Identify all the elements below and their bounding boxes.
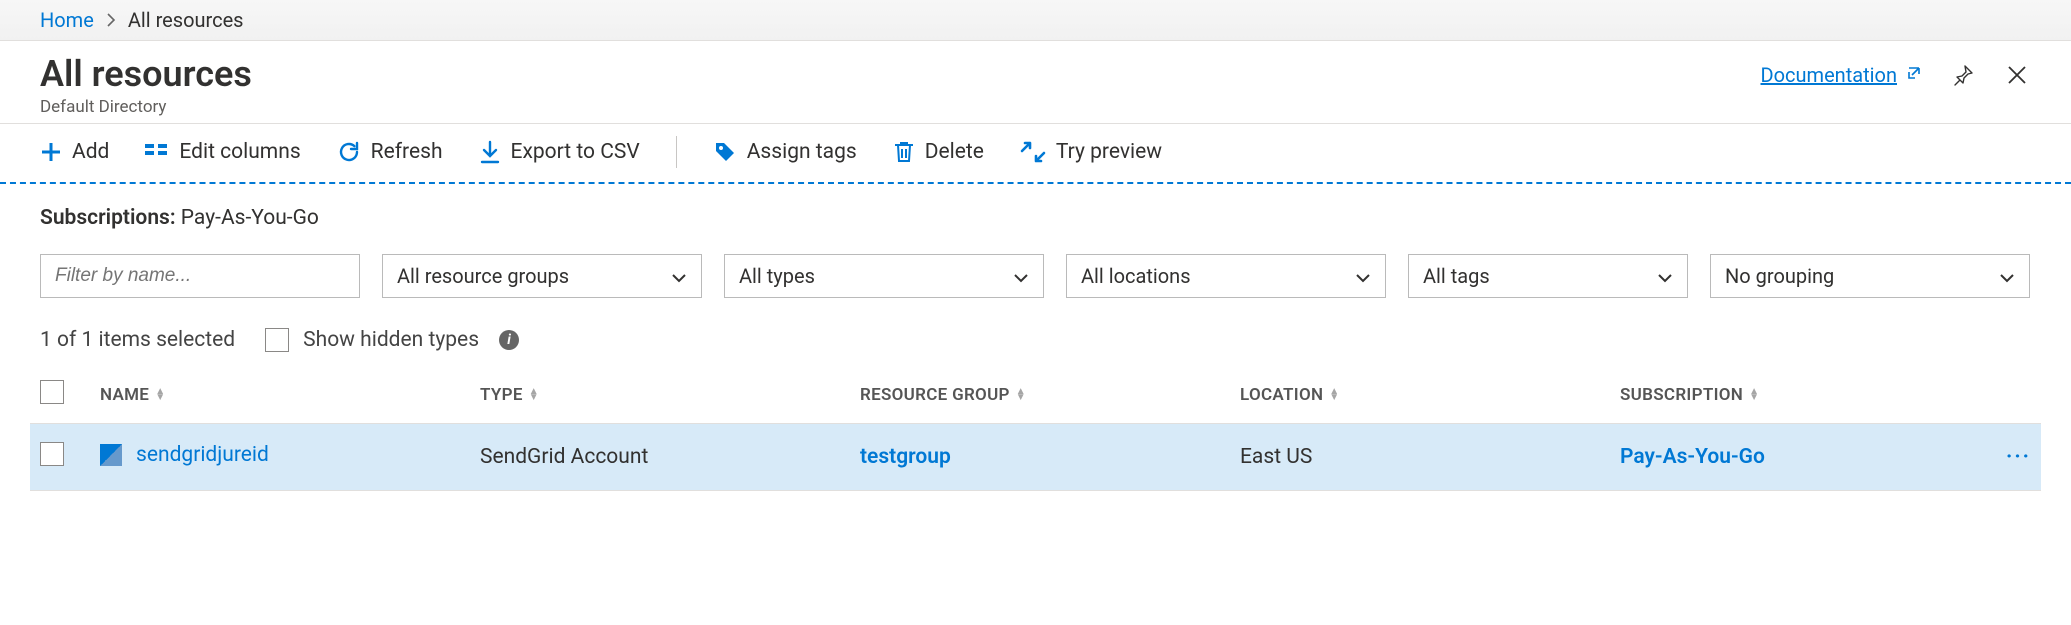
columns-icon <box>145 142 169 162</box>
export-csv-label: Export to CSV <box>511 140 640 164</box>
page-title: All resources <box>40 53 252 95</box>
download-icon <box>479 140 501 164</box>
add-label: Add <box>72 140 109 164</box>
delete-label: Delete <box>925 140 984 164</box>
row-more-actions[interactable]: ··· <box>1961 424 2041 491</box>
show-hidden-label: Show hidden types <box>303 328 479 352</box>
resource-name-cell[interactable]: sendgridjureid <box>100 443 269 467</box>
resource-name-text: sendgridjureid <box>136 443 269 467</box>
delete-button[interactable]: Delete <box>893 140 984 164</box>
show-hidden-checkbox[interactable] <box>265 328 289 352</box>
col-sub-header[interactable]: SUBSCRIPTION ▲▼ <box>1610 366 1961 424</box>
selection-meta-row: 1 of 1 items selected Show hidden types … <box>0 302 2071 362</box>
edit-columns-button[interactable]: Edit columns <box>145 140 300 164</box>
assign-tags-label: Assign tags <box>747 140 857 164</box>
chevron-right-icon <box>106 8 116 32</box>
try-preview-label: Try preview <box>1056 140 1162 164</box>
resource-group-cell[interactable]: testgroup <box>850 424 1230 491</box>
types-select[interactable]: All types <box>724 254 1044 298</box>
resource-type-cell: SendGrid Account <box>470 424 850 491</box>
tag-icon <box>713 140 737 164</box>
sort-icon: ▲▼ <box>155 389 165 401</box>
chevron-down-icon <box>1999 264 2015 288</box>
documentation-link[interactable]: Documentation <box>1761 63 1924 87</box>
header-actions: Documentation <box>1761 53 2032 89</box>
refresh-icon <box>337 140 361 164</box>
documentation-label: Documentation <box>1761 63 1898 87</box>
sort-icon: ▲▼ <box>1749 389 1759 401</box>
select-all-checkbox[interactable] <box>40 380 64 404</box>
col-loc-label: LOCATION <box>1240 385 1323 405</box>
col-rg-header[interactable]: RESOURCE GROUP ▲▼ <box>850 366 1230 424</box>
chevron-down-icon <box>1013 264 1029 288</box>
resource-location-cell: East US <box>1230 424 1610 491</box>
export-csv-button[interactable]: Export to CSV <box>479 140 640 164</box>
title-block: All resources Default Directory <box>40 53 252 117</box>
resource-type-icon <box>100 444 122 466</box>
sort-icon: ▲▼ <box>529 389 539 401</box>
toolbar-separator <box>676 136 677 168</box>
resource-group-text: testgroup <box>860 445 951 469</box>
col-sub-label: SUBSCRIPTION <box>1620 385 1743 405</box>
try-preview-button[interactable]: Try preview <box>1020 140 1162 164</box>
subscriptions-row: Subscriptions: Pay-As-You-Go <box>0 184 2071 236</box>
trash-icon <box>893 140 915 164</box>
table-header-row: NAME ▲▼ TYPE ▲▼ RESOURCE GROUP ▲▼ LOCATION ▲… <box>30 366 2041 424</box>
breadcrumb-current: All resources <box>128 8 244 32</box>
chevron-down-icon <box>671 264 687 288</box>
tags-value: All tags <box>1423 264 1490 288</box>
resource-groups-value: All resource groups <box>397 264 569 288</box>
grouping-value: No grouping <box>1725 264 1834 288</box>
sort-icon: ▲▼ <box>1329 389 1339 401</box>
types-value: All types <box>739 264 815 288</box>
toolbar: Add Edit columns Refresh Export to CSV A… <box>0 124 2071 184</box>
pin-icon[interactable] <box>1949 61 1977 89</box>
locations-value: All locations <box>1081 264 1191 288</box>
col-rg-label: RESOURCE GROUP <box>860 385 1010 405</box>
col-type-label: TYPE <box>480 385 523 405</box>
resources-table: NAME ▲▼ TYPE ▲▼ RESOURCE GROUP ▲▼ LOCATION ▲… <box>30 366 2041 491</box>
col-name-header[interactable]: NAME ▲▼ <box>90 366 470 424</box>
page-header: All resources Default Directory Document… <box>0 41 2071 124</box>
tags-select[interactable]: All tags <box>1408 254 1688 298</box>
external-link-icon <box>1905 63 1923 87</box>
locations-select[interactable]: All locations <box>1066 254 1386 298</box>
filter-name-input[interactable] <box>40 254 360 298</box>
refresh-label: Refresh <box>371 140 443 164</box>
col-name-label: NAME <box>100 385 149 405</box>
table-row[interactable]: sendgridjureid SendGrid Account testgrou… <box>30 424 2041 491</box>
col-loc-header[interactable]: LOCATION ▲▼ <box>1230 366 1610 424</box>
close-icon[interactable] <box>2003 61 2031 89</box>
resource-subscription-text: Pay-As-You-Go <box>1620 445 1765 469</box>
refresh-button[interactable]: Refresh <box>337 140 443 164</box>
chevron-down-icon <box>1657 264 1673 288</box>
sort-icon: ▲▼ <box>1016 389 1026 401</box>
preview-icon <box>1020 141 1046 163</box>
col-type-header[interactable]: TYPE ▲▼ <box>470 366 850 424</box>
plus-icon <box>40 141 62 163</box>
assign-tags-button[interactable]: Assign tags <box>713 140 857 164</box>
edit-columns-label: Edit columns <box>179 140 300 164</box>
breadcrumb: Home All resources <box>0 0 2071 41</box>
row-checkbox[interactable] <box>40 442 64 466</box>
resource-groups-select[interactable]: All resource groups <box>382 254 702 298</box>
subscriptions-value: Pay-As-You-Go <box>181 206 319 230</box>
add-button[interactable]: Add <box>40 140 109 164</box>
grouping-select[interactable]: No grouping <box>1710 254 2030 298</box>
breadcrumb-home[interactable]: Home <box>40 8 94 32</box>
page-subtitle: Default Directory <box>40 97 252 117</box>
chevron-down-icon <box>1355 264 1371 288</box>
items-selected-text: 1 of 1 items selected <box>40 328 235 352</box>
resource-subscription-cell[interactable]: Pay-As-You-Go <box>1610 424 1961 491</box>
info-icon[interactable]: i <box>499 330 519 350</box>
filters-row: All resource groups All types All locati… <box>0 236 2071 302</box>
subscriptions-label: Subscriptions: <box>40 206 176 230</box>
